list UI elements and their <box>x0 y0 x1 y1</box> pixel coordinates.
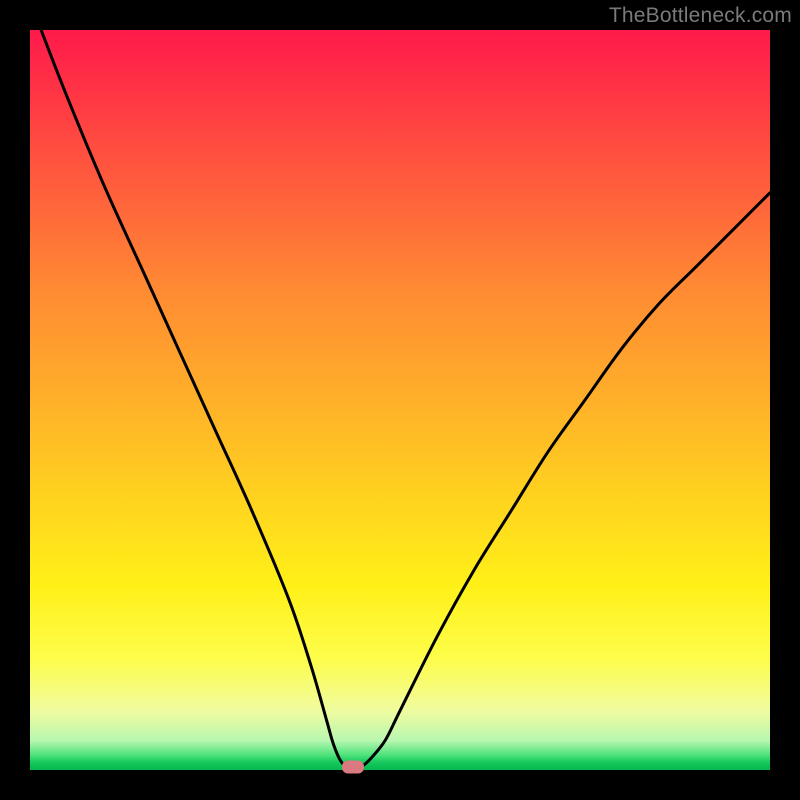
plot-area <box>30 30 770 770</box>
curve-svg <box>30 30 770 770</box>
optimal-marker <box>342 761 364 774</box>
watermark-text: TheBottleneck.com <box>609 4 792 28</box>
chart-frame: TheBottleneck.com <box>0 0 800 800</box>
bottleneck-curve <box>41 30 770 769</box>
